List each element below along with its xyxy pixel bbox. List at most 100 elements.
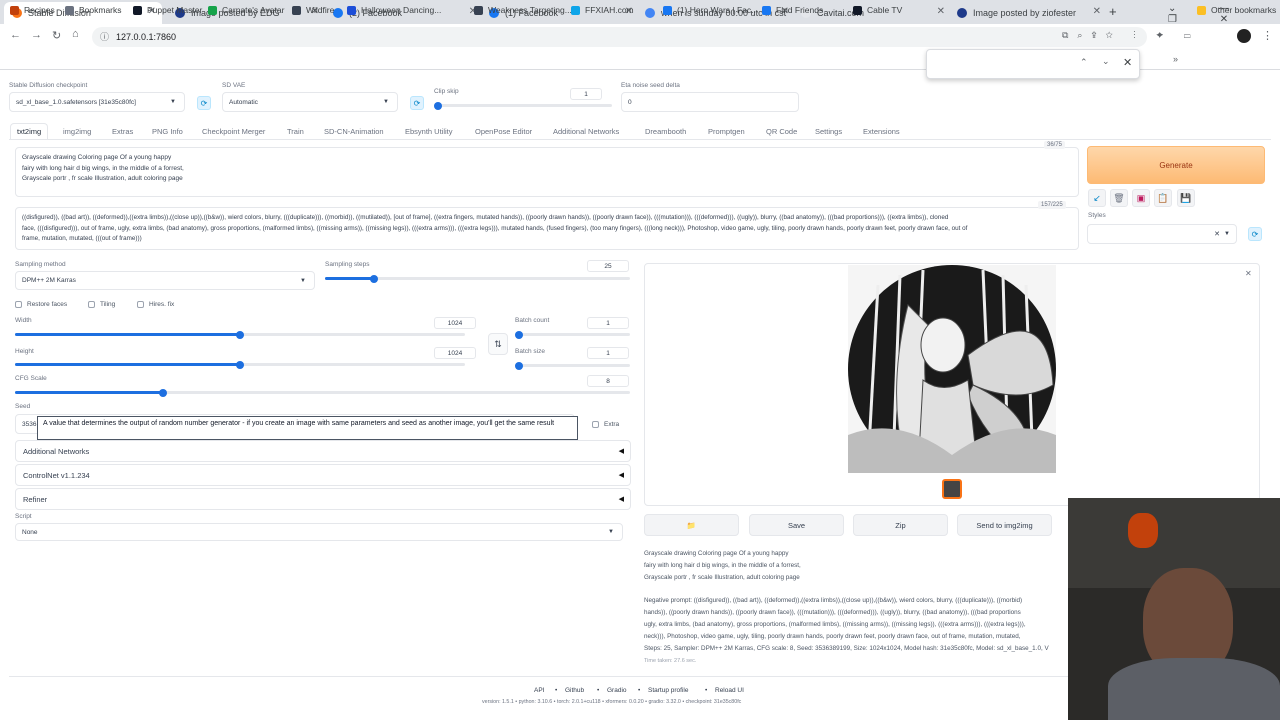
restore-faces-checkbox[interactable]: Restore faces bbox=[15, 301, 67, 308]
cfg-slider[interactable] bbox=[15, 388, 630, 397]
swap-dimensions-button[interactable]: ⇅ bbox=[488, 333, 508, 355]
styles-select[interactable]: ✕ ▼ bbox=[1087, 224, 1237, 244]
eta-input[interactable]: 0 bbox=[621, 92, 799, 112]
tab-txt2img[interactable]: txt2img bbox=[10, 123, 49, 140]
footer-link[interactable]: Reload UI bbox=[715, 687, 744, 694]
checkpoint-select[interactable]: sd_xl_base_1.0.safetensors [31e35c80fc] ▼ bbox=[9, 92, 185, 112]
find-prev-icon[interactable]: ⌃ bbox=[1080, 57, 1088, 68]
bookmark-item[interactable]: Find Friends bbox=[762, 5, 823, 15]
bookmark-item[interactable]: (1) Hero Wars | Fac... bbox=[663, 5, 758, 15]
slider-thumb[interactable] bbox=[370, 274, 378, 283]
tab-train[interactable]: Train bbox=[287, 127, 304, 136]
profile-avatar[interactable] bbox=[1237, 29, 1251, 43]
send-to-img2img-button[interactable]: Send to img2img bbox=[957, 514, 1052, 536]
width-slider[interactable] bbox=[15, 330, 465, 339]
tiling-checkbox[interactable]: Tiling bbox=[88, 301, 115, 308]
sampling-steps-input[interactable]: 25 bbox=[587, 260, 629, 272]
find-next-icon[interactable]: ⌄ bbox=[1102, 56, 1110, 67]
tab-additional-networks[interactable]: Additional Networks bbox=[553, 127, 619, 136]
save-style-icon[interactable]: 💾 bbox=[1177, 189, 1195, 207]
extra-checkbox[interactable]: Extra bbox=[592, 421, 619, 428]
footer-link[interactable]: Startup profile bbox=[648, 687, 688, 694]
clipboard-icon[interactable]: 📋 bbox=[1154, 189, 1172, 207]
height-input[interactable]: 1024 bbox=[434, 347, 476, 359]
tab-extras[interactable]: Extras bbox=[112, 127, 133, 136]
height-slider[interactable] bbox=[15, 360, 465, 369]
close-tab-icon[interactable]: ✕ bbox=[937, 6, 945, 17]
menu-icon[interactable]: ⋮ bbox=[1262, 29, 1273, 42]
controlnet-accordion[interactable]: ControlNet v1.1.234 ◀ bbox=[15, 464, 631, 486]
hires-fix-checkbox[interactable]: Hires. fix bbox=[137, 301, 174, 308]
tab-openpose-editor[interactable]: OpenPose Editor bbox=[475, 127, 532, 136]
tab-qr-code[interactable]: QR Code bbox=[766, 127, 797, 136]
refiner-accordion[interactable]: Refiner ◀ bbox=[15, 488, 631, 510]
save-button[interactable]: Save bbox=[749, 514, 844, 536]
tab-settings[interactable]: Settings bbox=[815, 127, 842, 136]
clear-icon[interactable]: ✕ bbox=[1214, 230, 1220, 238]
close-tab-icon[interactable]: ✕ bbox=[1093, 6, 1101, 17]
batch-size-slider[interactable] bbox=[515, 361, 630, 370]
slider-thumb[interactable] bbox=[515, 361, 523, 370]
browser-tab[interactable]: Image posted by ziofester ✕ bbox=[949, 2, 1107, 24]
bookmark-item[interactable]: Halloween Dancing... bbox=[347, 5, 441, 15]
open-folder-button[interactable]: 📁 bbox=[644, 514, 739, 536]
trash-icon[interactable]: 🗑 bbox=[1110, 189, 1128, 207]
width-input[interactable]: 1024 bbox=[434, 317, 476, 329]
script-select[interactable]: None ▼ bbox=[15, 523, 623, 541]
find-input[interactable] bbox=[933, 56, 1063, 72]
refresh-checkpoint-button[interactable]: ⟳ bbox=[197, 96, 211, 110]
tab-img2img[interactable]: img2img bbox=[63, 127, 91, 136]
footer-link[interactable]: Github bbox=[565, 687, 584, 694]
bookmark-item[interactable]: Weakness Targeting... bbox=[474, 5, 572, 15]
additional-networks-accordion[interactable]: Additional Networks ◀ bbox=[15, 440, 631, 462]
prompt-textarea[interactable]: Grayscale drawing Coloring page Of a you… bbox=[15, 147, 1079, 197]
refresh-vae-button[interactable]: ⟳ bbox=[410, 96, 424, 110]
zip-button[interactable]: Zip bbox=[853, 514, 948, 536]
bookmark-item[interactable]: Wildfire bbox=[292, 5, 334, 15]
tab-promptgen[interactable]: Promptgen bbox=[708, 127, 745, 136]
close-gallery-icon[interactable]: ✕ bbox=[1245, 269, 1252, 278]
clip-skip-slider[interactable] bbox=[434, 101, 612, 110]
other-bookmarks[interactable]: Other bookmarks bbox=[1197, 5, 1276, 15]
bookmark-item[interactable]: Bookmarks bbox=[65, 5, 122, 15]
batch-count-input[interactable]: 1 bbox=[587, 317, 629, 329]
generate-button[interactable]: Generate bbox=[1087, 146, 1265, 184]
batch-size-input[interactable]: 1 bbox=[587, 347, 629, 359]
slider-thumb[interactable] bbox=[159, 388, 167, 397]
vae-select[interactable]: Automatic ▼ bbox=[222, 92, 398, 112]
address-bar[interactable]: ⓘ 127.0.0.1:7860 bbox=[92, 27, 1147, 47]
tab-ebsynth-utility[interactable]: Ebsynth Utility bbox=[405, 127, 453, 136]
sampling-steps-slider[interactable] bbox=[325, 274, 630, 283]
bookmark-item[interactable]: Carnate's Avatar bbox=[208, 5, 284, 15]
footer-link[interactable]: API bbox=[534, 687, 544, 694]
generated-image[interactable] bbox=[848, 265, 1056, 473]
footer-link[interactable]: Gradio bbox=[607, 687, 627, 694]
negative-prompt-textarea[interactable]: ((disfigured)), ((bad art)), ((deformed)… bbox=[15, 207, 1079, 250]
slider-thumb[interactable] bbox=[515, 330, 523, 339]
image-thumbnail[interactable] bbox=[942, 479, 962, 499]
card-icon[interactable]: ▣ bbox=[1132, 189, 1150, 207]
slider-thumb[interactable] bbox=[236, 330, 244, 339]
tab-checkpoint-merger[interactable]: Checkpoint Merger bbox=[202, 127, 265, 136]
refresh-styles-button[interactable]: ⟳ bbox=[1248, 227, 1262, 241]
batch-count-slider[interactable] bbox=[515, 330, 630, 339]
tab-dreambooth[interactable]: Dreambooth bbox=[645, 127, 686, 136]
new-tab-button[interactable]: + bbox=[1109, 4, 1117, 19]
tab-extensions[interactable]: Extensions bbox=[863, 127, 900, 136]
reload-icon[interactable]: ↻ bbox=[52, 29, 61, 42]
back-icon[interactable]: ← bbox=[10, 29, 21, 41]
forward-icon[interactable]: → bbox=[31, 29, 42, 41]
bookmark-item[interactable]: FFXIAH.com bbox=[571, 5, 634, 15]
sampling-method-select[interactable]: DPM++ 2M Karras ▼ bbox=[15, 271, 315, 290]
slider-thumb[interactable] bbox=[236, 360, 244, 369]
arrow-icon[interactable]: ↙ bbox=[1088, 189, 1106, 207]
slider-thumb[interactable] bbox=[434, 101, 442, 110]
bookmark-item[interactable]: Cable TV bbox=[853, 5, 902, 15]
home-icon[interactable]: ⌂ bbox=[72, 28, 79, 40]
bookmarks-overflow-icon[interactable]: » bbox=[1173, 54, 1178, 64]
find-close-icon[interactable]: ✕ bbox=[1123, 56, 1132, 69]
cfg-input[interactable]: 8 bbox=[587, 375, 629, 387]
clip-skip-input[interactable]: 1 bbox=[570, 88, 602, 100]
tab-sd-cn-animation[interactable]: SD-CN-Animation bbox=[324, 127, 384, 136]
tab-png-info[interactable]: PNG Info bbox=[152, 127, 183, 136]
